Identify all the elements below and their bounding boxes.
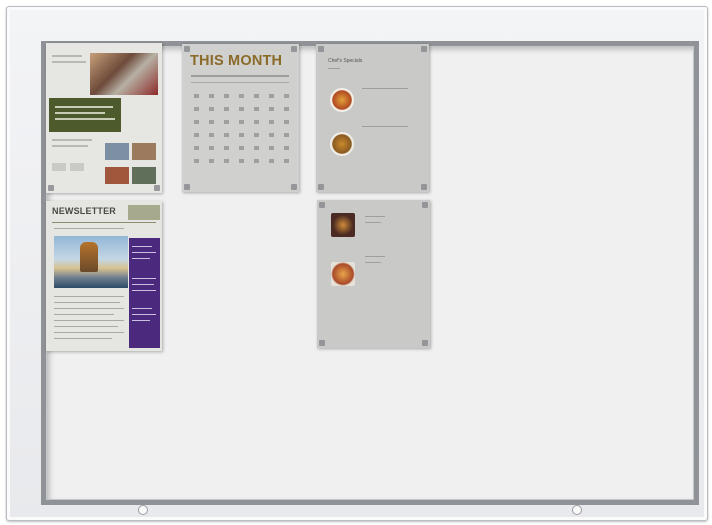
dish-image bbox=[331, 213, 355, 237]
menu-poster-bottom[interactable] bbox=[317, 200, 430, 348]
brochure-poster[interactable] bbox=[46, 43, 162, 193]
menu-poster-top[interactable]: Chef's Specials bbox=[316, 44, 429, 192]
newsletter-title: NEWSLETTER bbox=[52, 206, 116, 216]
frame-lock-right-icon bbox=[572, 505, 582, 515]
brochure-banner bbox=[49, 98, 121, 132]
calendar-grid bbox=[194, 94, 289, 172]
brochure-photo bbox=[90, 53, 158, 95]
calendar-title: THIS MONTH bbox=[190, 53, 283, 69]
calendar-poster[interactable]: THIS MONTH bbox=[182, 44, 299, 192]
menu-title: Chef's Specials bbox=[328, 58, 363, 64]
frame-lock-left-icon bbox=[138, 505, 148, 515]
dish-image bbox=[330, 88, 354, 112]
newsletter-sidebar bbox=[129, 238, 160, 348]
dish-image bbox=[331, 262, 355, 286]
dish-image bbox=[330, 132, 354, 156]
newsletter-poster[interactable]: NEWSLETTER bbox=[46, 201, 162, 351]
